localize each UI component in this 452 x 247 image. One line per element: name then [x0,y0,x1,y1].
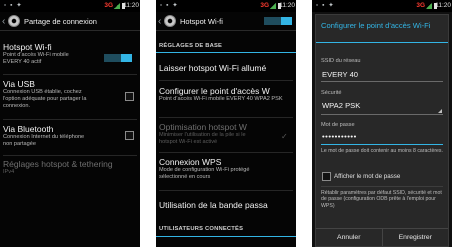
dialog-title: Configurer le point d'accès Wi-Fi [321,21,431,30]
ssid-input[interactable]: EVERY 40 [322,70,358,79]
screen-title: Hotspot Wi-fi [180,16,223,26]
checkmark-icon[interactable]: ✓ [281,132,288,141]
notification-icons: ▫ ▪ ✦ [316,2,335,9]
hotspot-toggle[interactable] [264,17,292,25]
security-label: Sécurité [321,90,342,96]
usb-checkbox[interactable] [125,92,134,101]
divider [3,119,137,120]
password-label: Mot de passe [321,122,355,128]
bandwidth-usage-item[interactable]: Utilisation de la bande passa [159,200,292,210]
divider [3,155,137,156]
item-title: Laisser hotspot Wi-Fi allumé [159,63,267,73]
usb-tethering-item[interactable]: Via USB Connexion USB établie, cochez l'… [3,79,136,110]
cancel-button[interactable]: Annuler [316,229,382,246]
section-header-users: UTILISATEURS CONNECTÉS [159,226,244,232]
configure-hotspot-item[interactable]: Configurer le point d'accès W Point d'ac… [159,86,292,103]
settings-gear-icon[interactable] [8,15,20,27]
item-subtitle: Point d'accès Wi-Fi mobile EVERY 40 WPA2… [159,96,283,102]
reset-defaults-text[interactable]: Rétablir paramètres par défaut SSID, séc… [321,190,444,209]
ssid-underline [321,81,443,82]
toggle-thumb [121,54,132,62]
back-chevron-icon[interactable]: ‹ [2,16,7,27]
security-select[interactable]: WPA2 PSK [322,101,360,110]
wps-connection-item[interactable]: Connexion WPS Mode de configuration Wi-F… [159,157,292,181]
item-title: Utilisation de la bande passa [159,200,268,210]
item-subtitle: IPv4 [3,169,15,175]
item-title: Hotspot Wi-fi [3,42,52,52]
divider [159,80,293,81]
dropdown-arrow-icon[interactable] [438,109,442,113]
divider [3,74,137,75]
back-chevron-icon[interactable]: ‹ [158,16,163,27]
status-bar: ▫ ▪ ✦ 3G 11:20 [312,0,452,12]
item-title: Connexion WPS [159,157,222,167]
item-subtitle: Connexion USB établie, cochez l'option a… [3,89,87,109]
status-bar: ▫ ▪ ✦ 3G 11:20 [156,0,296,12]
phone-screen-hotspot: ▫ ▪ ✦ 3G 11:20 ‹ Hotspot Wi-fi RÉGLAGES … [156,0,296,247]
action-bar[interactable]: ‹ Hotspot Wi-fi [156,12,296,31]
bluetooth-tethering-item[interactable]: Via Bluetooth Connexion Internet du télé… [3,124,136,148]
save-button[interactable]: Enregistrer [381,229,449,246]
password-input[interactable]: ••••••••••• [322,132,357,141]
screen-title: Partage de connexion [24,16,97,26]
item-title: Réglages hotspot & tethering [3,159,113,169]
hotspot-toggle[interactable] [104,54,132,62]
item-subtitle: Mode de configuration Wi-Fi protégé séle… [159,167,250,180]
item-subtitle: Minimiser l'utilisation de la pile si le… [159,132,246,145]
notification-icons: ▫ ▪ ✦ [160,2,179,9]
status-bar: ▫ ▪ ✦ 3G 11:20 [0,0,140,12]
phone-screen-configure-dialog: ▫ ▪ ✦ 3G 11:20 Configurer le point d'acc… [312,0,452,247]
clock: 11:20 [279,2,295,9]
network-type: 3G [416,2,425,9]
keep-hotspot-on-item[interactable]: Laisser hotspot Wi-Fi allumé [159,63,292,73]
bluetooth-checkbox[interactable] [125,131,134,140]
divider [159,152,293,153]
hotspot-optimization-item[interactable]: Optimisation hotspot W Minimiser l'utili… [159,122,292,146]
signal-icon [270,3,276,9]
show-password-checkbox[interactable] [322,172,331,181]
notification-icons: ▫ ▪ ✦ [4,2,23,9]
section-divider [156,236,296,237]
divider [159,190,293,191]
item-title: Configurer le point d'accès W [159,86,270,96]
dialog-title-divider [316,42,448,43]
item-title: Via USB [3,79,35,89]
action-bar[interactable]: ‹ Partage de connexion [0,12,140,31]
show-password-label[interactable]: Afficher le mot de passe [334,173,400,180]
ssid-label: SSID du réseau [321,58,361,64]
clock: 11:20 [435,2,451,9]
item-title: Optimisation hotspot W [159,122,247,132]
section-header-basic: RÉGLAGES DE BASE [159,43,223,49]
signal-icon [114,3,120,9]
network-type: 3G [260,2,269,9]
divider [321,186,443,187]
settings-gear-icon[interactable] [164,15,176,27]
password-hint: Le mot de passe doit contenir au moins 8… [321,148,443,154]
clock: 11:20 [123,2,139,9]
phone-screen-tethering: ▫ ▪ ✦ 3G 11:20 ‹ Partage de connexion Ho… [0,0,140,247]
signal-icon [426,3,432,9]
dialog-button-bar: Annuler Enregistrer [316,228,448,246]
configure-hotspot-dialog: Configurer le point d'accès Wi-Fi SSID d… [315,14,449,247]
hotspot-settings-item[interactable]: Réglages hotspot & tethering IPv4 [3,159,136,176]
divider [159,117,293,118]
toggle-thumb [281,17,292,25]
security-underline [321,114,443,115]
item-title: Via Bluetooth [3,124,54,134]
network-type: 3G [104,2,113,9]
section-divider [156,52,296,53]
item-subtitle: Connexion Internet du téléphone non part… [3,134,85,147]
password-underline [321,144,443,145]
item-subtitle: Point d'accès Wi-Fi mobile EVERY 40 acti… [3,52,69,65]
